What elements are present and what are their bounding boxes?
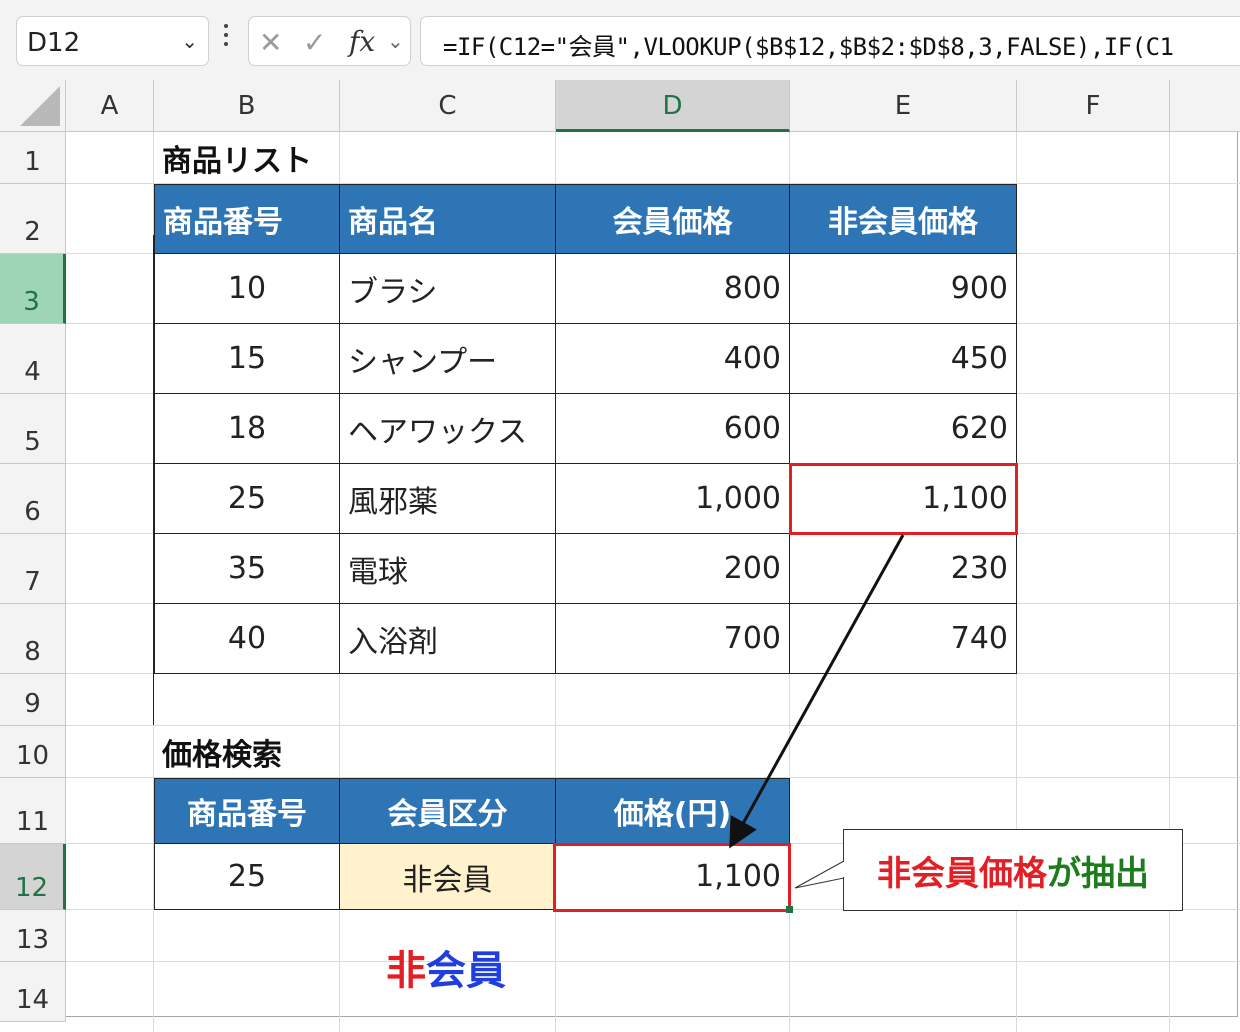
callout-nonmember-extracted: 非会員価格 が抽出 bbox=[843, 829, 1183, 911]
nonmember-label-part2: 会員 bbox=[426, 948, 506, 994]
callout-text-part1: 非会員価格 bbox=[877, 853, 1047, 894]
callout-text-part2: が抽出 bbox=[1047, 853, 1149, 894]
nonmember-label-part1: 非 bbox=[386, 948, 426, 994]
nonmember-label: 非会員 bbox=[386, 938, 506, 996]
